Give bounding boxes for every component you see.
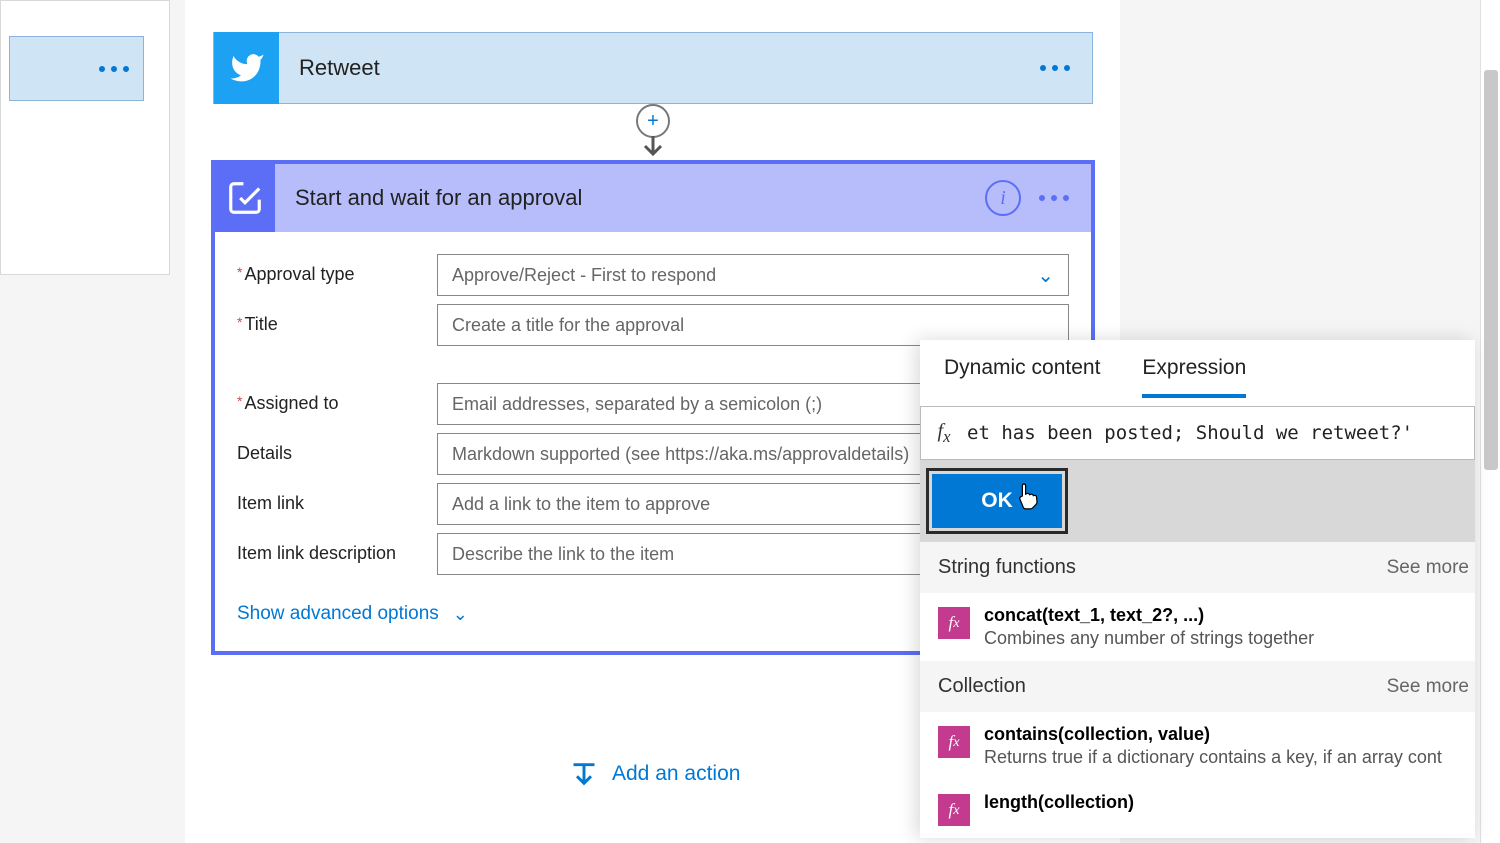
popup-tabs: Dynamic content Expression: [920, 340, 1475, 398]
section-label: String functions: [938, 556, 1076, 579]
twitter-icon: [214, 32, 279, 104]
expression-text: et has been posted; Should we retweet?': [967, 422, 1474, 444]
field-label: Details: [237, 433, 437, 464]
cursor-icon: [1016, 482, 1040, 517]
section-string-functions: String functions See more: [920, 542, 1475, 593]
fx-icon: fx: [938, 726, 970, 758]
approval-icon: [215, 164, 275, 232]
field-label: *Assigned to: [237, 383, 437, 414]
flow-connector: +: [623, 104, 683, 160]
function-signature: length(collection): [984, 792, 1134, 813]
retweet-action-card[interactable]: Retweet: [213, 32, 1093, 104]
tab-expression[interactable]: Expression: [1142, 356, 1246, 398]
info-icon[interactable]: i: [985, 180, 1021, 216]
see-more-link[interactable]: See more: [1387, 676, 1475, 698]
approval-type-select[interactable]: Approve/Reject - First to respond ⌄: [437, 254, 1069, 296]
fx-icon: fx: [938, 794, 970, 826]
previous-step-card-stub: [0, 0, 170, 275]
expression-popup: Dynamic content Expression fx et has bee…: [920, 340, 1475, 838]
see-more-link[interactable]: See more: [1387, 557, 1475, 579]
approval-card-header[interactable]: Start and wait for an approval i: [215, 164, 1091, 232]
ok-button[interactable]: OK: [932, 474, 1062, 528]
scrollbar-thumb[interactable]: [1484, 70, 1498, 470]
expression-input[interactable]: fx et has been posted; Should we retweet…: [920, 406, 1475, 460]
field-row-approval-type: *Approval type Approve/Reject - First to…: [215, 232, 1091, 296]
more-icon[interactable]: [1040, 65, 1092, 71]
scrollbar[interactable]: [1480, 0, 1500, 843]
more-icon[interactable]: [1039, 195, 1069, 201]
fx-icon: fx: [938, 607, 970, 639]
more-icon[interactable]: [99, 66, 129, 72]
field-label: *Approval type: [237, 254, 437, 285]
field-row-title: *Title Create a title for the approval: [215, 296, 1091, 346]
chevron-down-icon: ⌄: [1037, 263, 1054, 288]
section-label: Collection: [938, 675, 1026, 698]
insert-step-button[interactable]: +: [636, 104, 670, 138]
function-description: Returns true if a dictionary contains a …: [984, 747, 1442, 768]
previous-step-header[interactable]: [9, 36, 144, 101]
field-label: Item link: [237, 483, 437, 514]
function-signature: concat(text_1, text_2?, ...): [984, 605, 1314, 626]
approval-card-title: Start and wait for an approval: [275, 185, 985, 211]
function-description: Combines any number of strings together: [984, 628, 1314, 649]
function-length[interactable]: fx length(collection): [920, 780, 1475, 838]
add-action-button[interactable]: Add an action: [570, 760, 740, 788]
chevron-down-icon: ⌄: [453, 604, 468, 625]
tab-dynamic-content[interactable]: Dynamic content: [944, 356, 1100, 398]
section-collection: Collection See more: [920, 661, 1475, 712]
field-label: *Title: [237, 304, 437, 335]
function-concat[interactable]: fx concat(text_1, text_2?, ...) Combines…: [920, 593, 1475, 661]
function-contains[interactable]: fx contains(collection, value) Returns t…: [920, 712, 1475, 780]
field-label: Item link description: [237, 533, 437, 564]
function-signature: contains(collection, value): [984, 724, 1442, 745]
fx-icon: fx: [921, 420, 967, 447]
retweet-card-title: Retweet: [279, 55, 1040, 81]
